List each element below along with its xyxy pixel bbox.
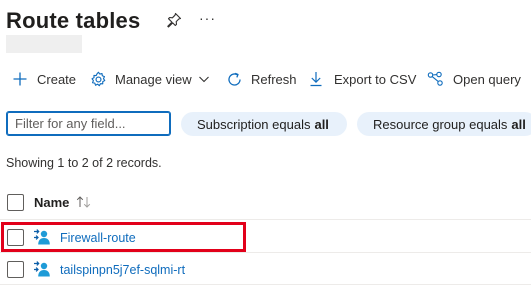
open-query-label: Open query — [453, 71, 521, 87]
chevron-down-icon — [198, 76, 209, 83]
manage-view-label: Manage view — [115, 71, 192, 87]
resource-group-filter-label: Resource group equals — [373, 116, 508, 132]
create-label: Create — [37, 71, 77, 87]
more-options-icon[interactable]: ··· — [199, 10, 216, 26]
route-table-link[interactable]: Firewall-route — [60, 231, 136, 245]
resource-group-filter-value: all — [511, 116, 526, 132]
redacted-subtitle — [6, 35, 82, 53]
row-checkbox[interactable] — [7, 261, 24, 278]
route-table-link[interactable]: tailspinpn5j7ef-sqlmi-rt — [60, 263, 185, 277]
manage-view-button[interactable]: Manage view — [90, 66, 210, 92]
refresh-icon — [228, 72, 241, 86]
plus-icon — [13, 72, 27, 86]
route-table-icon — [34, 261, 50, 277]
subscription-filter-pill[interactable]: Subscription equals all — [181, 112, 347, 136]
table-header: Name — [0, 188, 531, 220]
query-icon — [427, 71, 443, 86]
table-row: Firewall-route — [0, 222, 531, 253]
page-header: Route tables — [6, 6, 140, 36]
gear-icon — [91, 71, 106, 86]
sort-icon[interactable] — [75, 194, 93, 210]
subscription-filter-label: Subscription equals — [197, 116, 311, 132]
select-all-checkbox[interactable] — [7, 194, 24, 211]
export-csv-button[interactable]: Export to CSV — [309, 66, 416, 92]
refresh-label: Refresh — [251, 71, 297, 87]
command-bar: Create Manage view Refresh Export to CSV… — [0, 66, 531, 92]
row-checkbox[interactable] — [7, 229, 24, 246]
filter-input[interactable] — [6, 111, 171, 136]
page-title: Route tables — [6, 8, 141, 33]
column-header-name[interactable]: Name — [34, 195, 69, 210]
route-table-icon — [34, 229, 50, 245]
subscription-filter-value: all — [314, 116, 329, 132]
export-csv-label: Export to CSV — [334, 71, 417, 87]
create-button[interactable]: Create — [12, 66, 76, 92]
resource-group-filter-pill[interactable]: Resource group equals all — [357, 112, 531, 136]
table-row: tailspinpn5j7ef-sqlmi-rt — [0, 254, 531, 285]
open-query-button[interactable]: Open query — [427, 66, 521, 92]
refresh-button[interactable]: Refresh — [226, 66, 297, 92]
pin-icon[interactable] — [166, 12, 182, 28]
download-icon — [310, 72, 322, 87]
records-count: Showing 1 to 2 of 2 records. — [6, 156, 162, 170]
